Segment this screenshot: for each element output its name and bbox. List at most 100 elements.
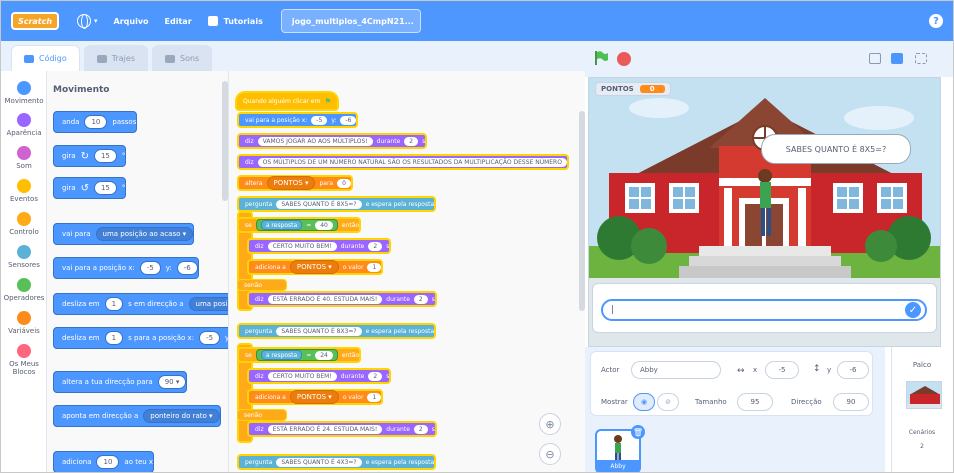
- change-variable-block[interactable]: adiciona a PONTOS ▾ o valor 1: [247, 389, 384, 405]
- goto-xy-block[interactable]: vai para a posição x: -5 y: -6: [237, 112, 359, 128]
- zoom-in-icon[interactable]: ⊕: [539, 413, 561, 435]
- question-input[interactable]: SABES QUANTO É 8X5=?: [276, 199, 362, 209]
- change-x-block[interactable]: adiciona 10 ao teu x: [53, 451, 155, 472]
- when-flag-clicked-block[interactable]: Quando alguém clicar em ⚑: [235, 91, 339, 111]
- turn-right-block[interactable]: gira ↻ 15 °: [53, 145, 127, 167]
- x-input[interactable]: -5: [765, 361, 799, 379]
- answer-reporter[interactable]: a resposta: [260, 220, 303, 230]
- category-sound[interactable]: Som: [1, 146, 47, 170]
- question-input[interactable]: SABES QUANTO É 8X3=?: [276, 326, 362, 336]
- if-else-block[interactable]: se a resposta = 24 então: [237, 347, 362, 363]
- ask-and-wait-block[interactable]: pergunta SABES QUANTO É 8X5=? e espera p…: [237, 196, 437, 212]
- change-variable-block[interactable]: adiciona a PONTOS ▾ o valor 1: [247, 259, 384, 275]
- glide-dropdown[interactable]: uma posição: [188, 297, 228, 311]
- message-input[interactable]: ESTÁ ERRADO É 24. ESTUDA MAIS!: [267, 424, 383, 434]
- answer-input[interactable]: | ✓: [601, 299, 927, 321]
- question-input[interactable]: SABES QUANTO É 4X3=?: [276, 457, 362, 467]
- y-input[interactable]: -6: [176, 261, 198, 275]
- category-variables[interactable]: Variáveis: [1, 311, 47, 335]
- y-input[interactable]: -6: [837, 361, 869, 379]
- say-for-secs-block[interactable]: diz CERTO MUITO BEM! durante 2 s: [247, 368, 392, 384]
- size-input[interactable]: 95: [737, 393, 773, 411]
- secs-input[interactable]: 1: [104, 297, 124, 311]
- message-input[interactable]: CERTO MUITO BEM!: [267, 371, 337, 381]
- backdrop-thumbnail[interactable]: [906, 381, 942, 409]
- move-steps-block[interactable]: anda 10 passos: [53, 111, 138, 133]
- turn-left-block[interactable]: gira ↺ 15 °: [53, 177, 127, 199]
- steps-input[interactable]: 10: [84, 115, 108, 129]
- value-input[interactable]: 0: [337, 178, 351, 188]
- message-input[interactable]: VAMOS JOGAR AO AOS MÚLTIPLOS!: [257, 136, 373, 146]
- point-towards-block[interactable]: aponta em direcção a ponteiro do rato ▾: [53, 405, 221, 427]
- category-looks[interactable]: Aparência: [1, 113, 47, 137]
- x-input[interactable]: -5: [199, 331, 221, 345]
- category-control[interactable]: Controlo: [1, 212, 47, 236]
- tutorials-icon[interactable]: [207, 16, 218, 26]
- edit-menu[interactable]: Editar: [165, 17, 192, 26]
- fullscreen-icon[interactable]: [915, 53, 927, 64]
- message-input[interactable]: OS MÚLTIPLOS DE UM NÚMERO NATURAL SÃO OS…: [257, 157, 567, 167]
- zoom-out-icon[interactable]: ⊖: [539, 443, 561, 465]
- degrees-input[interactable]: 15: [93, 181, 117, 195]
- goto-dropdown[interactable]: uma posição ao acaso ▾: [95, 227, 194, 241]
- say-for-secs-block[interactable]: diz ESTÁ ERRADO É 40. ESTUDA MAIS! duran…: [247, 291, 437, 307]
- category-sensing[interactable]: Sensores: [1, 245, 47, 269]
- ask-and-wait-block[interactable]: pergunta SABES QUANTO É 8X3=? e espera p…: [237, 323, 437, 339]
- answer-reporter[interactable]: a resposta: [260, 350, 303, 360]
- if-else-block[interactable]: se a resposta = 40 então: [237, 217, 362, 233]
- variable-dropdown[interactable]: PONTOS ▾: [289, 260, 339, 274]
- glide-to-block[interactable]: desliza em 1 s em direcção a uma posição: [53, 293, 228, 315]
- check-icon[interactable]: ✓: [905, 302, 921, 318]
- small-stage-icon[interactable]: [869, 53, 881, 64]
- goto-random-block[interactable]: vai para uma posição ao acaso ▾: [53, 223, 195, 245]
- green-flag-icon[interactable]: [593, 50, 609, 66]
- globe-icon[interactable]: [77, 14, 91, 29]
- secs-input[interactable]: 2: [413, 294, 428, 304]
- tutorials-menu[interactable]: Tutoriais: [224, 17, 263, 26]
- ask-and-wait-block[interactable]: pergunta SABES QUANTO É 4X3=? e espera p…: [237, 454, 437, 470]
- trash-icon[interactable]: 🗑: [631, 425, 645, 439]
- point-direction-block[interactable]: altera a tua direcção para 90 ▾: [53, 371, 188, 393]
- value-input[interactable]: 24: [315, 350, 333, 360]
- secs-input[interactable]: 2: [368, 241, 383, 251]
- say-for-secs-block[interactable]: diz CERTO MUITO BEM! durante 2 s: [247, 238, 392, 254]
- tab-sounds[interactable]: Sons: [151, 45, 213, 71]
- sprite-name-input[interactable]: Abby: [631, 361, 721, 379]
- variable-dropdown[interactable]: PONTOS ▾: [289, 390, 339, 404]
- set-variable-block[interactable]: altera PONTOS ▾ para 0: [237, 175, 353, 191]
- hide-visible-icon[interactable]: ⊘: [657, 393, 679, 411]
- stage-selector[interactable]: Palco Cenários 2: [891, 347, 953, 472]
- stop-icon[interactable]: [617, 52, 631, 66]
- file-menu[interactable]: Arquivo: [114, 17, 149, 26]
- equals-operator[interactable]: a resposta = 24: [255, 349, 338, 361]
- secs-input[interactable]: 2: [413, 424, 428, 434]
- help-icon[interactable]: ?: [929, 14, 943, 28]
- x-change-input[interactable]: 10: [96, 455, 120, 469]
- language-caret[interactable]: ▾: [94, 17, 98, 25]
- category-my-blocks[interactable]: Os Meus Blocos: [1, 344, 47, 376]
- x-input[interactable]: -5: [311, 115, 328, 125]
- y-input[interactable]: -6: [340, 115, 357, 125]
- normal-stage-icon[interactable]: [891, 53, 903, 64]
- category-events[interactable]: Eventos: [1, 179, 47, 203]
- category-operators[interactable]: Operadores: [1, 278, 47, 302]
- secs-input[interactable]: 2: [404, 136, 419, 146]
- sprite-thumbnail[interactable]: Abby 🗑: [595, 425, 645, 472]
- show-visible-icon[interactable]: ◉: [633, 393, 655, 411]
- variable-dropdown[interactable]: PONTOS ▾: [266, 176, 316, 190]
- glide-xy-block[interactable]: desliza em 1 s para a posição x: -5 y:: [53, 327, 228, 349]
- tab-costumes[interactable]: Trajes: [83, 45, 148, 71]
- value-input[interactable]: 40: [315, 220, 333, 230]
- towards-dropdown[interactable]: ponteiro do rato ▾: [143, 409, 220, 423]
- palette-scrollbar[interactable]: [222, 81, 228, 201]
- pontos-monitor[interactable]: PONTOS 0: [595, 82, 671, 96]
- secs-input[interactable]: 1: [104, 331, 124, 345]
- message-input[interactable]: CERTO MUITO BEM!: [267, 241, 337, 251]
- say-for-secs-block[interactable]: diz VAMOS JOGAR AO AOS MÚLTIPLOS! durant…: [237, 133, 428, 149]
- code-scrollbar[interactable]: [579, 111, 585, 311]
- message-input[interactable]: ESTÁ ERRADO É 40. ESTUDA MAIS!: [267, 294, 383, 304]
- project-title-input[interactable]: jogo_multiplos_4CmpN21...: [280, 9, 421, 33]
- direction-input[interactable]: 90 ▾: [157, 375, 187, 389]
- code-area[interactable]: Quando alguém clicar em ⚑ vai para a pos…: [229, 71, 585, 472]
- say-block[interactable]: diz OS MÚLTIPLOS DE UM NÚMERO NATURAL SÃ…: [237, 154, 569, 170]
